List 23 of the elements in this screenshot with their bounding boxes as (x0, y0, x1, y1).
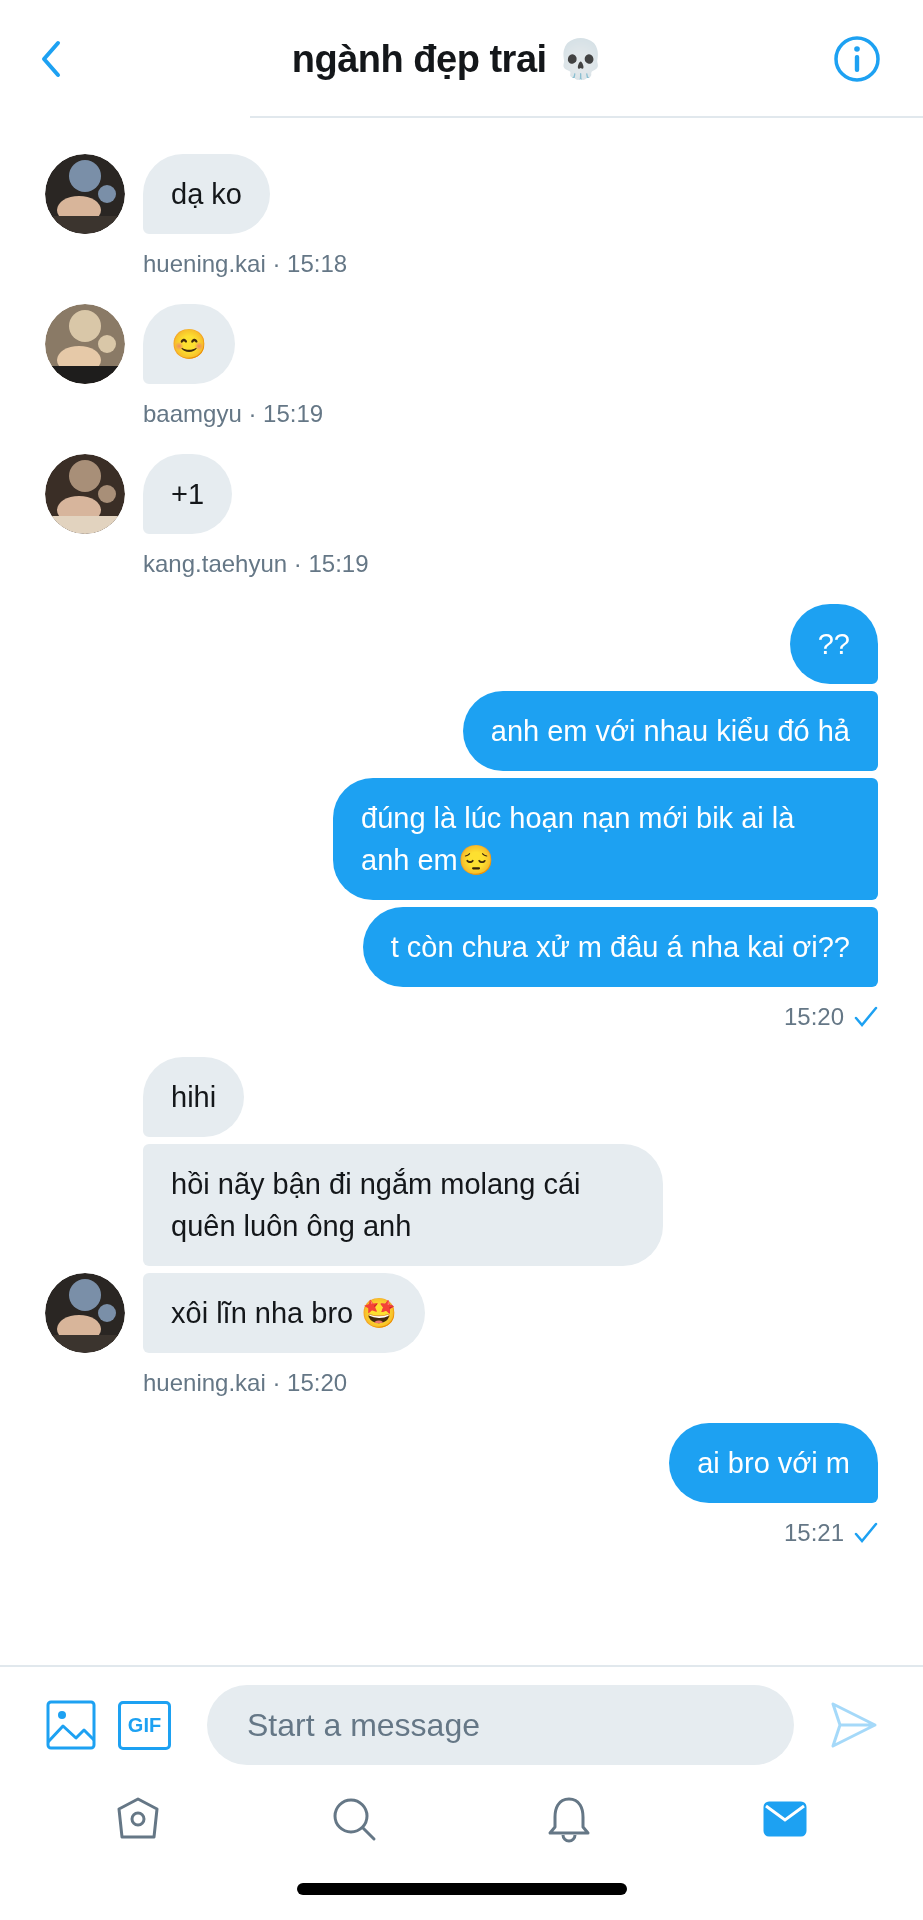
gif-button[interactable]: GIF (118, 1700, 171, 1750)
image-icon[interactable] (46, 1700, 96, 1750)
message-bubble: ?? (789, 604, 878, 684)
message-bubble: 😊 (143, 304, 235, 384)
message-bubble: dạ ko (143, 154, 270, 234)
message-bubble: đúng là lúc hoạn nạn mới bik ai là anh em😔 (333, 778, 878, 900)
conversation-title: ngành đẹp trai 💀 (291, 36, 604, 82)
sender-and-time: huening.kai · 15:20 (143, 1368, 349, 1398)
info-icon[interactable] (833, 35, 881, 83)
message-bubble: ai bro với m (669, 1423, 878, 1503)
message-input[interactable]: Start a message (207, 1685, 794, 1765)
sender-and-time: kang.taehyun · 15:19 (143, 549, 370, 579)
sender-and-time: baamgyu · 15:19 (143, 399, 325, 429)
message-bubble: hồi nãy bận đi ngắm molang cái quên luôn ông anh (143, 1144, 663, 1266)
message-bubble: hihi (143, 1057, 245, 1137)
message-bubble: anh em với nhau kiểu đó hả (462, 691, 878, 771)
message-bubble: t còn chưa xử m đâu á nha kai ơi?? (362, 907, 878, 987)
message-bubble: +1 (143, 454, 233, 534)
send-icon[interactable] (830, 1701, 878, 1749)
message-timestamp: 15:20 (783, 1002, 844, 1032)
message-bubble: xôi lĩn nha bro 🤩 (143, 1273, 426, 1353)
sender-and-time: huening.kai · 15:18 (143, 249, 349, 279)
message-timestamp: 15:21 (783, 1518, 844, 1548)
